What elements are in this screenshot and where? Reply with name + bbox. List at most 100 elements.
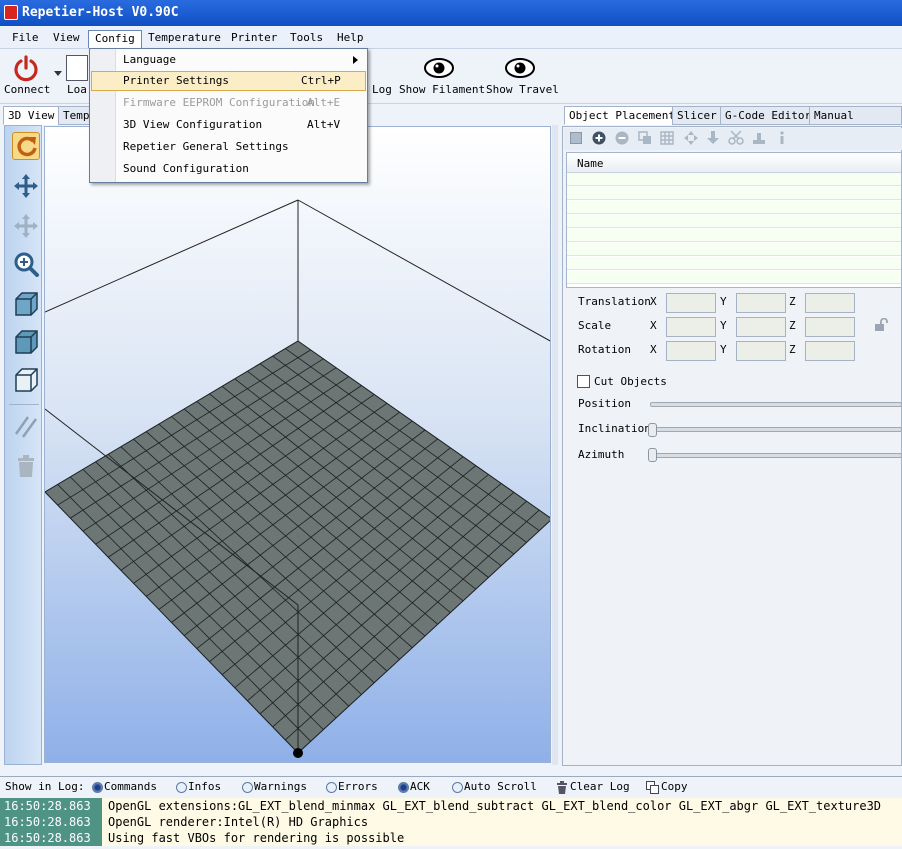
translation-y-field[interactable] — [736, 293, 786, 313]
inclination-slider-thumb[interactable] — [648, 423, 657, 437]
list-row — [567, 271, 901, 284]
object-list[interactable]: Name — [566, 152, 902, 288]
rotation-z-field[interactable] — [805, 341, 855, 361]
remove-object-icon[interactable] — [615, 131, 629, 145]
load-label[interactable]: Loa — [67, 83, 87, 96]
ack-radio[interactable] — [398, 782, 409, 793]
build-volume-edge — [45, 199, 299, 313]
list-row — [567, 173, 901, 186]
column-name[interactable]: Name — [577, 157, 604, 170]
move-view-icon[interactable] — [12, 172, 40, 200]
menu-item-label: 3D View Configuration — [123, 118, 263, 131]
menu-item-printer-settings[interactable]: Printer Settings Ctrl+P — [91, 71, 366, 91]
menu-item-firmware-eeprom[interactable]: Firmware EEPROM Configuration Alt+E — [91, 93, 366, 113]
parallel-lines-icon[interactable] — [12, 412, 40, 440]
drop-object-icon[interactable] — [706, 131, 720, 145]
rotate-view-button[interactable] — [12, 132, 40, 160]
clear-log-button[interactable]: Clear Log — [570, 780, 630, 793]
save-icon[interactable] — [570, 132, 582, 144]
menu-item-repetier-general-settings[interactable]: Repetier General Settings — [91, 137, 366, 157]
azimuth-slider-thumb[interactable] — [648, 448, 657, 462]
copy-button[interactable]: Copy — [661, 780, 688, 793]
front-view-icon[interactable] — [12, 328, 40, 356]
list-row — [567, 201, 901, 214]
translation-z-field[interactable] — [805, 293, 855, 313]
menu-item-sound-configuration[interactable]: Sound Configuration — [91, 159, 366, 179]
connect-dropdown-arrow-icon[interactable] — [54, 71, 62, 77]
tab-slicer[interactable]: Slicer — [672, 106, 722, 125]
print-bed-scene — [45, 199, 550, 758]
tab-gcode-editor[interactable]: G-Code Editor — [720, 106, 817, 125]
commands-radio[interactable] — [92, 782, 103, 793]
translation-x-field[interactable] — [666, 293, 716, 313]
auto-scroll-radio[interactable] — [452, 782, 463, 793]
menu-view[interactable]: View — [47, 30, 86, 48]
menu-printer[interactable]: Printer — [225, 30, 283, 48]
clear-log-trash-icon[interactable] — [556, 781, 568, 794]
errors-label[interactable]: Errors — [338, 780, 378, 793]
scale-y-field[interactable] — [736, 317, 786, 337]
land-object-icon[interactable] — [752, 131, 766, 145]
menu-tools[interactable]: Tools — [284, 30, 329, 48]
info-icon[interactable] — [778, 131, 786, 145]
view-tool-strip — [4, 125, 42, 765]
tab-object-placement[interactable]: Object Placement — [564, 106, 680, 125]
menu-temperature[interactable]: Temperature — [142, 30, 227, 48]
scale-z-field[interactable] — [805, 317, 855, 337]
center-object-icon[interactable] — [684, 131, 698, 145]
auto-scroll-label[interactable]: Auto Scroll — [464, 780, 537, 793]
scale-x-field[interactable] — [666, 317, 716, 337]
menu-item-language[interactable]: Language — [91, 50, 366, 70]
commands-label[interactable]: Commands — [104, 780, 157, 793]
copy-icon[interactable] — [646, 781, 659, 794]
tab-3d-view[interactable]: 3D View — [3, 106, 60, 125]
cut-icon[interactable] — [728, 131, 744, 145]
rotation-x-field[interactable] — [666, 341, 716, 361]
show-filament-eye-icon[interactable] — [424, 57, 454, 79]
menu-item-shortcut: Alt+E — [307, 96, 341, 109]
warnings-label[interactable]: Warnings — [254, 780, 307, 793]
show-travel-eye-icon[interactable] — [505, 57, 535, 79]
load-file-icon[interactable] — [66, 55, 88, 81]
translation-z-label: Z — [789, 295, 796, 308]
window-title: Repetier-Host V0.90C — [22, 5, 179, 20]
log-entry: 16:50:28.863 OpenGL extensions:GL_EXT_bl… — [0, 798, 902, 814]
viewport-scrollbar[interactable] — [552, 125, 558, 765]
list-row — [567, 187, 901, 200]
add-object-icon[interactable] — [592, 131, 606, 145]
inclination-slider[interactable] — [650, 427, 902, 432]
rotation-y-field[interactable] — [736, 341, 786, 361]
autoposition-icon[interactable] — [660, 131, 674, 145]
copy-object-icon[interactable] — [638, 131, 652, 145]
position-label: Position — [578, 397, 631, 410]
menu-item-shortcut: Alt+V — [307, 118, 341, 131]
menu-config[interactable]: Config — [88, 30, 142, 48]
move-object-icon[interactable] — [12, 212, 40, 240]
top-view-icon[interactable] — [12, 366, 40, 394]
origin-marker — [293, 748, 303, 758]
position-slider[interactable] — [650, 402, 902, 407]
menu-item-3d-view-configuration[interactable]: 3D View Configuration Alt+V — [91, 115, 366, 135]
infos-radio[interactable] — [176, 782, 187, 793]
warnings-radio[interactable] — [242, 782, 253, 793]
log-entry: 16:50:28.863 OpenGL renderer:Intel(R) HD… — [0, 814, 902, 830]
azimuth-slider[interactable] — [650, 453, 902, 458]
infos-label[interactable]: Infos — [188, 780, 221, 793]
lock-open-icon[interactable] — [874, 318, 888, 332]
list-row — [567, 229, 901, 242]
errors-radio[interactable] — [326, 782, 337, 793]
show-travel-label[interactable]: Show Travel — [486, 83, 559, 96]
log-toolbar: Show in Log: Commands Infos Warnings Err… — [0, 776, 902, 796]
menu-item-label: Language — [123, 53, 176, 66]
3d-viewport[interactable] — [44, 126, 551, 763]
ack-label[interactable]: ACK — [410, 780, 430, 793]
tab-manual-control[interactable]: Manual Control — [809, 106, 902, 139]
log-label[interactable]: Log — [372, 83, 392, 96]
menu-file[interactable]: File — [6, 30, 45, 48]
trash-icon[interactable] — [12, 452, 40, 480]
zoom-icon[interactable] — [12, 250, 40, 278]
isometric-view-icon[interactable] — [12, 290, 40, 318]
cut-objects-checkbox[interactable] — [577, 375, 590, 388]
menu-help[interactable]: Help — [331, 30, 370, 48]
show-filament-label[interactable]: Show Filament — [399, 83, 485, 96]
